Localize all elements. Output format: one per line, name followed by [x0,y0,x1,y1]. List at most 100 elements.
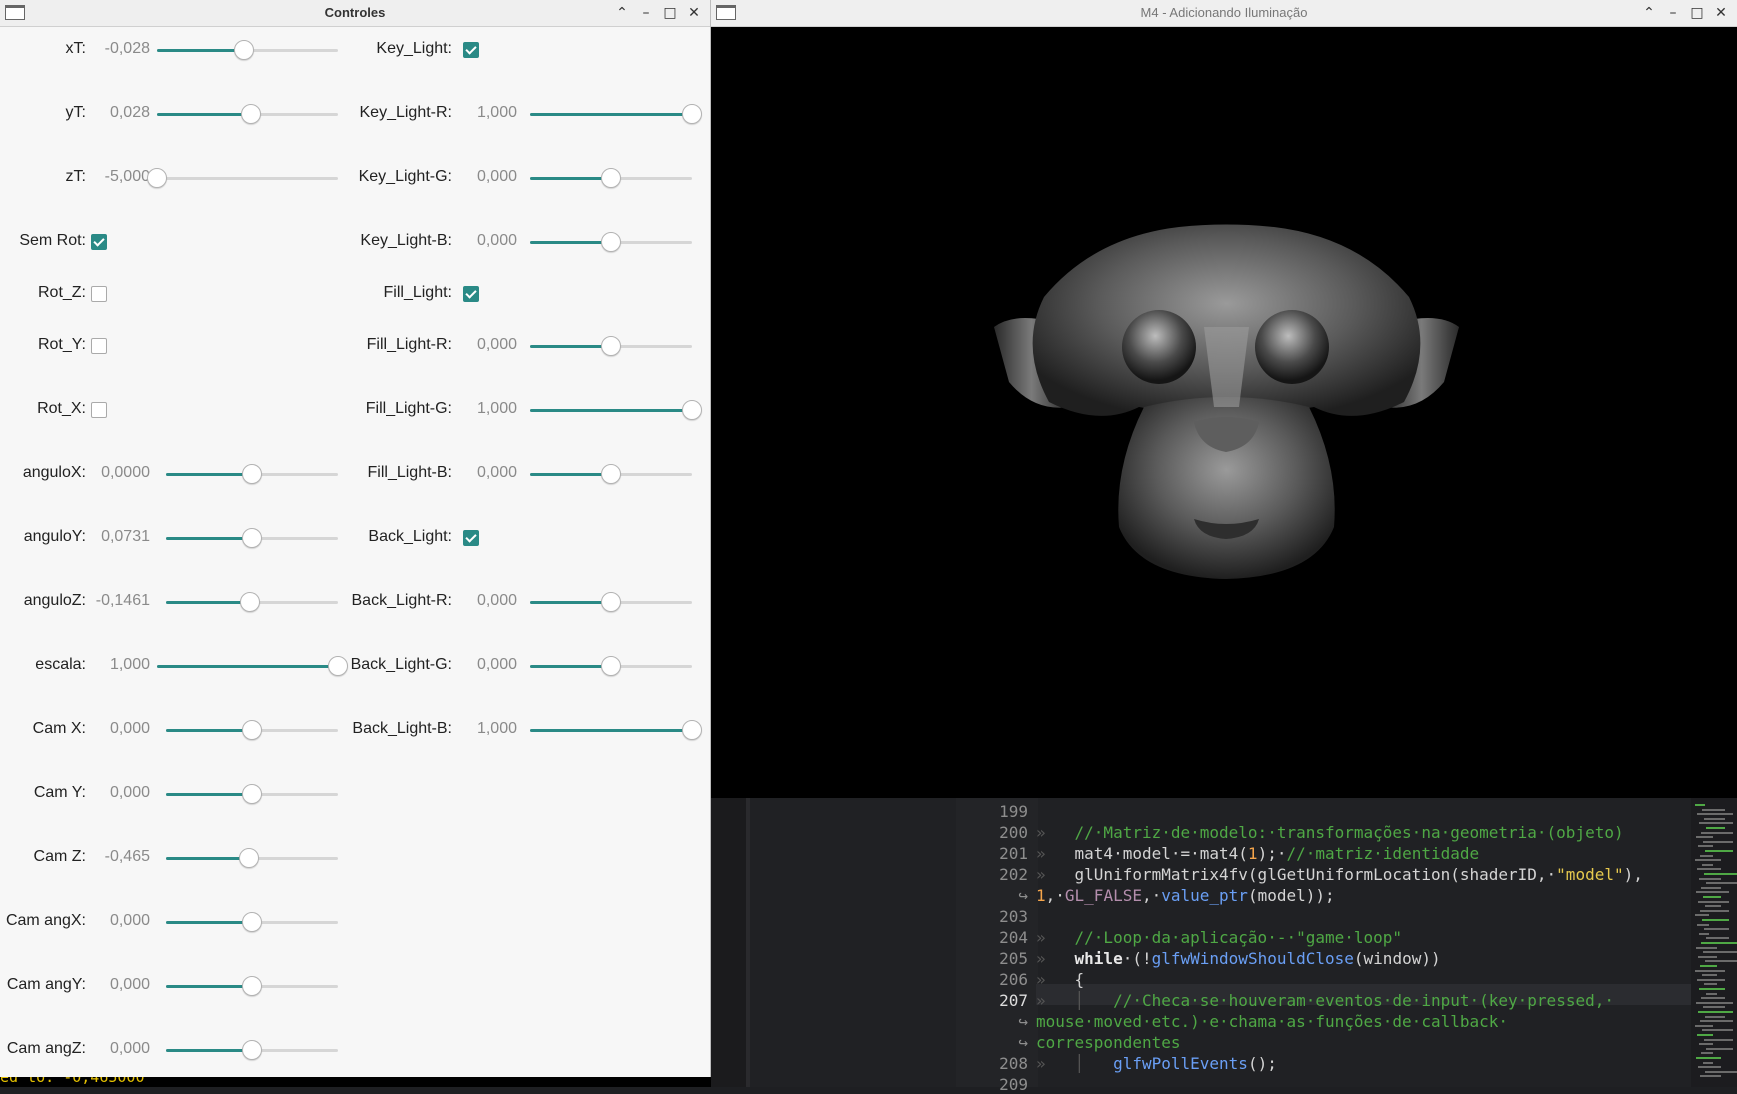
code-line[interactable]: » mat4·model·=·mat4(1);·//·matriz·identi… [1036,844,1479,863]
code-line[interactable]: » while·(!glfwWindowShouldClose(window)) [1036,949,1441,968]
slider-handle[interactable] [682,400,702,420]
line-number: ↪ [1018,1012,1028,1031]
minimap-line [1698,900,1729,903]
slider-handle[interactable] [601,336,621,356]
slider-handle[interactable] [241,104,262,124]
minimap-line [1696,1057,1721,1059]
slider-handle[interactable] [240,592,261,612]
rot-z-checkbox[interactable] [91,286,107,302]
key-light-g-slider[interactable] [530,168,692,188]
controls_window.left-row-cam-angy: Cam angY: 0,000 [0,971,338,1001]
code-line[interactable]: 1,·GL_FALSE,·value_ptr(model)); [1036,886,1335,905]
zt-value: -5,000 [104,168,150,185]
slider-handle[interactable] [601,232,621,252]
maximize-icon[interactable]: □ [660,3,680,23]
slider-fill [530,601,611,604]
code-line[interactable]: » glUniformMatrix4fv(glGetUniformLocatio… [1036,865,1643,884]
minimap-line [1699,877,1721,880]
fill-light-checkbox[interactable] [463,286,479,302]
code-editor[interactable]: 199 200 201 202 ↪ 203 204 205 206 207 ↪ ↪ 208 209 » /… [711,798,1737,1094]
minimap-line [1699,932,1709,935]
slider-handle[interactable] [242,784,262,804]
minimap-line [1704,983,1717,986]
cam-angx-slider[interactable] [166,912,338,932]
minimap-line [1697,1034,1713,1036]
slider-handle[interactable] [601,168,621,188]
fill-light-b-slider[interactable] [530,464,692,484]
controls_window.right-row-back-light-b: Back_Light-B: 1,000 [0,715,702,745]
slider-handle[interactable] [242,464,262,484]
minimap-line [1695,804,1705,806]
close-icon[interactable]: ✕ [1711,3,1731,23]
minimap-line [1704,873,1737,875]
rot-x-checkbox[interactable] [91,402,107,418]
maximize-icon[interactable]: □ [1687,3,1707,23]
line-number: 205 [999,949,1028,968]
slider-handle[interactable] [682,720,702,740]
render-titlebar[interactable]: M4 - Adicionando Iluminação ⌃ – □ ✕ [711,0,1737,27]
minimap-line [1705,1015,1725,1018]
cam-x-value: 0,000 [109,720,150,737]
controls_window.right-row-key-light: Key_Light: [0,35,479,65]
cam-angy-slider[interactable] [166,976,338,996]
close-icon[interactable]: ✕ [684,3,704,23]
slider-handle[interactable] [601,592,621,612]
code-line[interactable]: » //·Matriz·de·modelo:·transformações·na… [1036,823,1624,842]
keep-above-icon[interactable]: ⌃ [612,3,632,23]
slider-fill [157,49,244,52]
minimap-line [1706,1047,1733,1050]
code-line[interactable]: mouse·moved·etc.)·e·chama·as·funções·de·… [1036,1012,1508,1031]
fill-light-r-slider[interactable] [530,336,692,356]
minimap-line [1698,1011,1733,1013]
code-line[interactable]: » │ //·Checa·se·houveram·eventos·de·inpu… [1036,991,1614,1010]
minimap-line [1705,1070,1737,1073]
controls_window.right-row-back-light-g: Back_Light-G: 0,000 [0,651,692,681]
slider-fill [530,409,692,412]
back-light-g-slider[interactable] [530,656,692,676]
keep-above-icon[interactable]: ⌃ [1639,3,1659,23]
controls-titlebar[interactable]: Controles ⌃ – □ ✕ [0,0,710,27]
minimap-line [1703,1006,1725,1009]
code-line[interactable]: » //·Loop·da·aplicação·-·"game·loop" [1036,928,1402,947]
slider-handle[interactable] [682,104,702,124]
slider-handle[interactable] [601,464,621,484]
slider-handle[interactable] [242,976,262,996]
slider-handle[interactable] [233,40,254,60]
slider-handle[interactable] [242,912,262,932]
slider-handle[interactable] [242,528,262,548]
controls_window.right-row-back-light: Back_Light: [0,523,479,553]
slider-handle[interactable] [238,848,259,868]
slider-handle[interactable] [601,656,621,676]
code-line[interactable]: correspondentes [1036,1033,1181,1052]
cam-angy-value: 0,000 [109,976,150,993]
opengl-viewport[interactable] [714,27,1737,795]
back-light-r-slider[interactable] [530,592,692,612]
back-light-checkbox[interactable] [463,530,479,546]
key-light-r-slider[interactable] [530,104,702,124]
minimap-line [1703,896,1721,898]
cam-angz-slider[interactable] [166,1040,338,1060]
slider-handle[interactable] [147,168,167,188]
code-line[interactable]: » { [1036,970,1084,989]
editor-minimap[interactable] [1691,798,1737,1087]
key-light-b-slider[interactable] [530,232,692,252]
sem-rot-checkbox[interactable] [91,234,107,250]
code-line[interactable]: » │ glfwPollEvents(); [1036,1054,1277,1073]
line-number: 209 [999,1075,1028,1094]
fill-light-g-slider[interactable] [530,400,702,420]
rot-y-label: Rot_Y: [37,336,86,353]
minimize-icon[interactable]: – [636,3,656,23]
key-light-checkbox[interactable] [463,42,479,58]
slider-handle[interactable] [242,720,262,740]
cam-z-slider[interactable] [166,848,338,868]
slider-handle[interactable] [242,1040,262,1060]
slider-fill [166,601,251,604]
angulox-value: 0,0000 [101,464,150,481]
controls_window.right-row-fill-light-r: Fill_Light-R: 0,000 [0,331,692,361]
back-light-b-slider[interactable] [530,720,702,740]
cam-y-slider[interactable] [166,784,338,804]
sem-rot-label: Sem Rot: [19,232,86,249]
rot-y-checkbox[interactable] [91,338,107,354]
minimap-line [1701,997,1725,1000]
minimize-icon[interactable]: – [1663,3,1683,23]
